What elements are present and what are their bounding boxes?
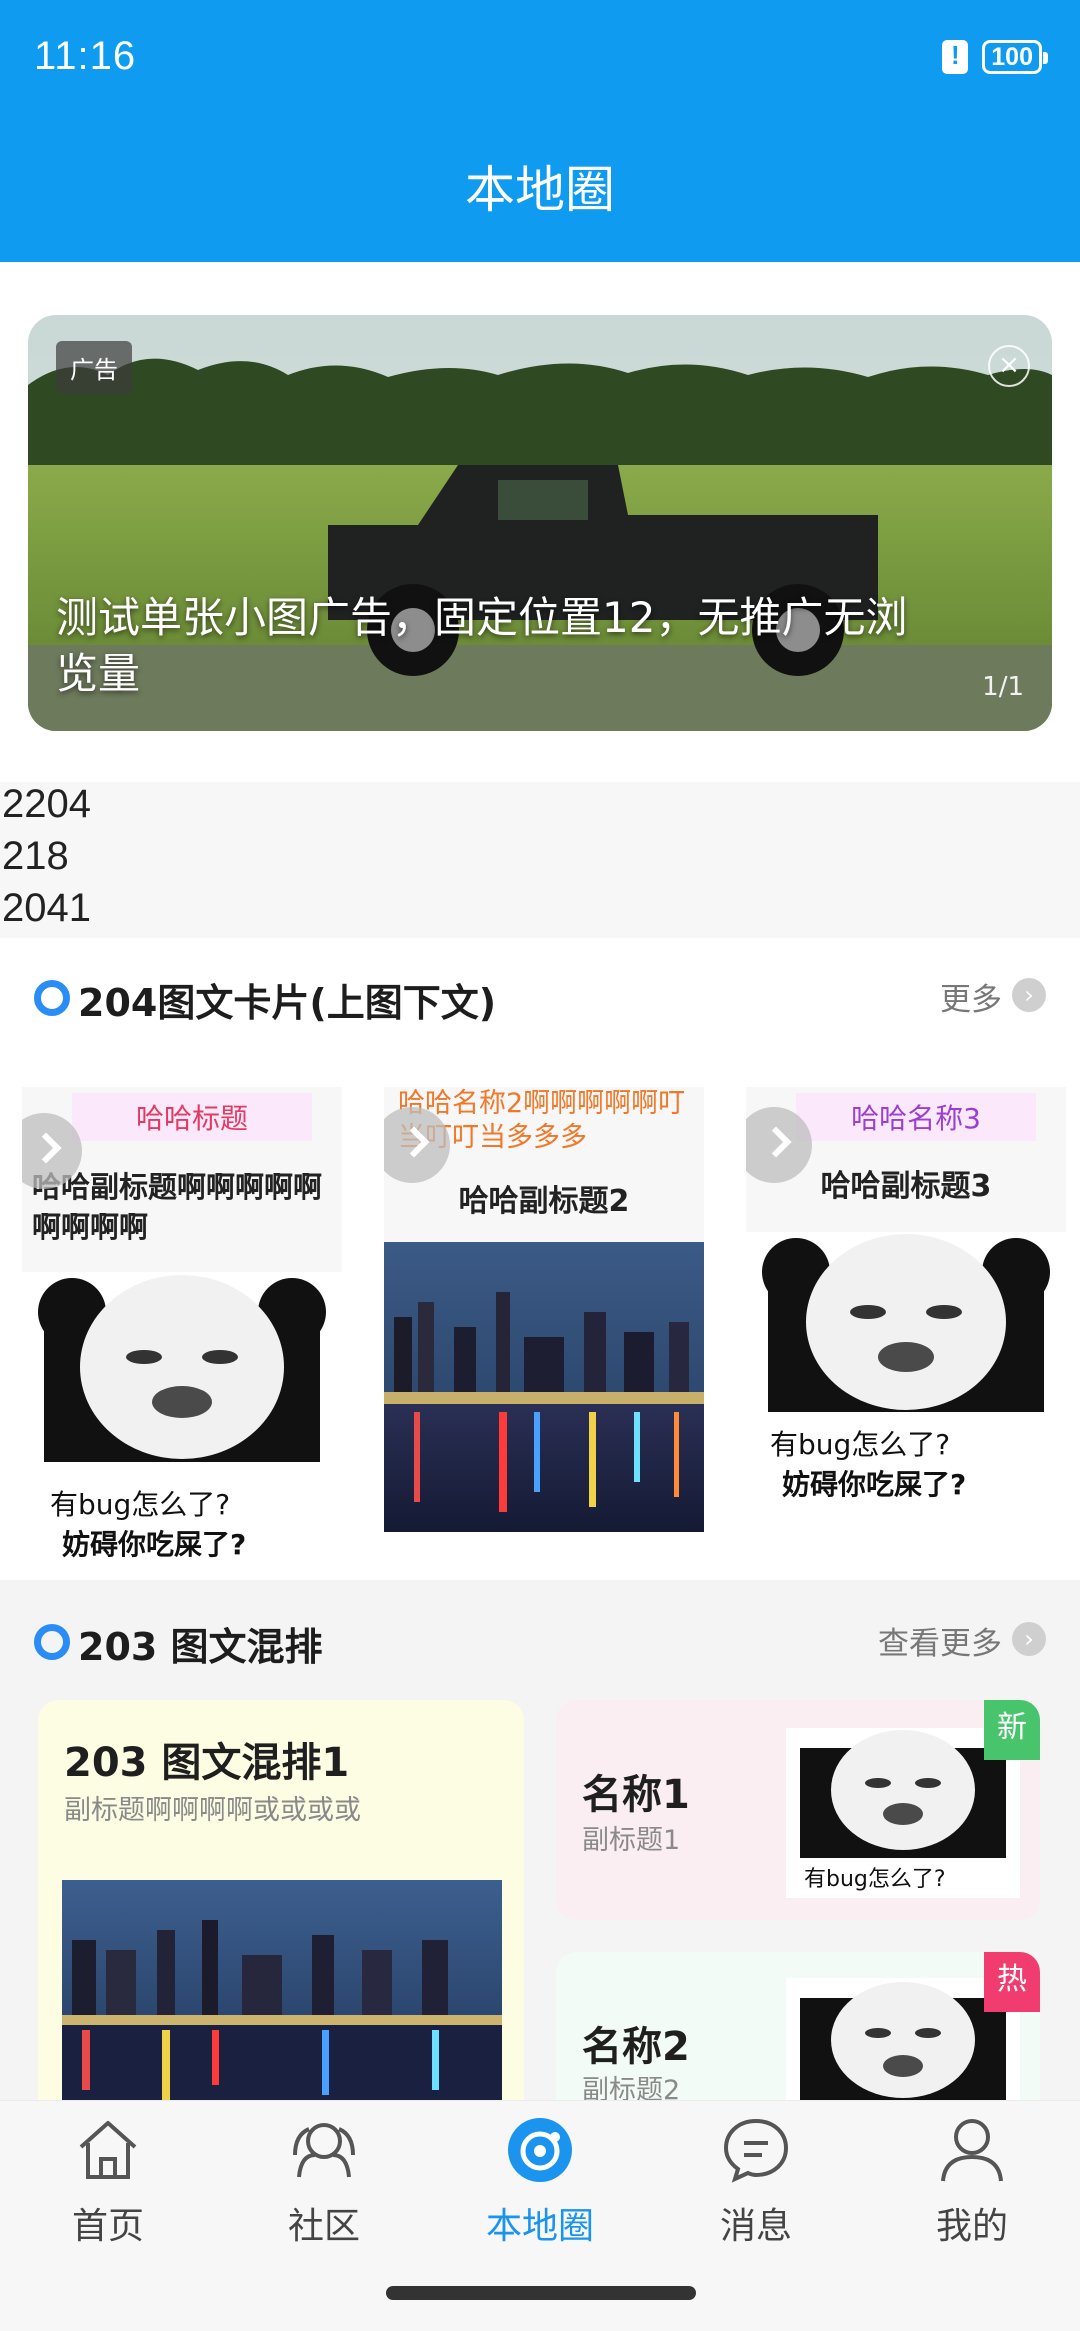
meme-caption: 有bug怎么了? [804,1867,946,1892]
mix-main-title: 203 图文混排1 [64,1740,350,1786]
nav-label: 本地圈 [485,2206,594,2247]
ad-badge: 广告 [56,341,132,394]
status-icons: 100 [942,40,1048,74]
debug-number: 218 [2,834,69,878]
card-204-2[interactable]: 哈哈名称2啊啊啊啊啊叮当叮叮当多多多 哈哈副标题2 [384,1087,704,1565]
section-204-header: 204图文卡片(上图下文) 更多 › [34,966,1046,1026]
more-link[interactable]: 查看更多 [878,1618,1002,1663]
city-night-image [384,1242,704,1532]
hot-badge: 热 [984,1952,1040,2012]
debug-number: 2204 [2,782,91,826]
banner-counter: 1/1 [982,672,1024,702]
mix-side-card-1[interactable]: 名称1 副标题1 有bug怎么了? 新 [556,1700,1040,1920]
nav-label: 首页 [71,2206,144,2247]
nav-item-local-circle[interactable]: 本地圈 [450,2115,630,2275]
mix-side-title: 名称1 [582,1772,690,1818]
section-203-header: 203 图文混排 查看更多 › [34,1610,1046,1670]
section-dot-icon [34,1624,70,1660]
home-icon [79,2121,137,2179]
panda-meme-image: 有bug怎么了? 妨碍你吃屎了? [746,1232,1066,1532]
meme-caption: 妨碍你吃屎了? [62,1528,246,1561]
nav-item-messages[interactable]: 消息 [666,2115,846,2275]
chevron-right-icon[interactable]: › [1012,1622,1046,1656]
city-night-image [62,1880,502,2100]
ad-banner[interactable]: 广告 × 测试单张小图广告，固定位置12，无推广无浏览量 1/1 [28,315,1052,731]
user-icon [941,2119,1003,2182]
mix-side-title: 名称2 [582,2024,690,2070]
section-title: 203 图文混排 [78,1625,323,1669]
section-title: 204图文卡片(上图下文) [78,981,497,1025]
debug-number: 2041 [2,886,91,930]
nav-label: 我的 [935,2206,1008,2247]
community-icon [293,2123,355,2178]
nav-label: 社区 [287,2206,360,2247]
banner-title: 测试单张小图广告，固定位置12，无推广无浏览量 [56,593,908,698]
chevron-right-icon[interactable]: › [1012,978,1046,1012]
local-circle-icon [508,2118,572,2182]
nav-item-community[interactable]: 社区 [234,2115,414,2275]
card-subtitle: 哈哈副标题3 [820,1169,992,1204]
meme-caption: 有bug怎么了? [50,1488,230,1521]
alert-icon [942,40,969,74]
new-badge: 新 [984,1700,1040,1760]
card-subtitle: 哈哈副标题2 [458,1184,630,1219]
card-tag: 哈哈标题 [72,1093,312,1141]
meme-caption: 妨碍你吃屎了? [782,1468,966,1501]
mix-side-subtitle: 副标题1 [582,1825,681,1856]
mix-main-card[interactable]: 203 图文混排1 副标题啊啊啊啊或或或或 [38,1700,524,2100]
card-204-3[interactable]: 哈哈名称3 哈哈副标题3 有bug怎么了? 妨碍你吃屎了? [746,1087,1066,1565]
mix-side-subtitle: 副标题2 [582,2075,681,2100]
meme-caption: 有bug怎么了? [770,1428,950,1461]
mix-main-subtitle: 副标题啊啊啊啊或或或或 [64,1795,361,1826]
close-icon[interactable]: × [988,345,1030,387]
card-subtitle: 哈哈副标题啊啊啊啊啊啊啊啊啊 [32,1170,323,1244]
nav-item-home[interactable]: 首页 [18,2115,198,2275]
nav-item-me[interactable]: 我的 [882,2115,1062,2275]
battery-icon: 100 [982,40,1048,74]
mix-side-card-2[interactable]: 名称2 副标题2 热 [556,1952,1040,2100]
more-link[interactable]: 更多 [940,974,1002,1019]
panda-meme-image: 有bug怎么了? 妨碍你吃屎了? [22,1272,342,1565]
card-tag: 哈哈名称3 [796,1093,1036,1141]
section-dot-icon [34,980,70,1016]
debug-number-block: 2204 218 2041 [0,782,1080,938]
message-icon [723,2118,789,2183]
status-time: 11:16 [34,34,137,78]
page-title: 本地圈 [465,161,615,219]
top-bar: 11:16 100 本地圈 [0,0,1080,262]
nav-label: 消息 [719,2206,792,2247]
card-204-1[interactable]: 哈哈标题 哈哈副标题啊啊啊啊啊啊啊啊啊 有bug怎么了? 妨碍你吃屎了? [22,1087,342,1565]
home-indicator[interactable] [386,2286,696,2300]
